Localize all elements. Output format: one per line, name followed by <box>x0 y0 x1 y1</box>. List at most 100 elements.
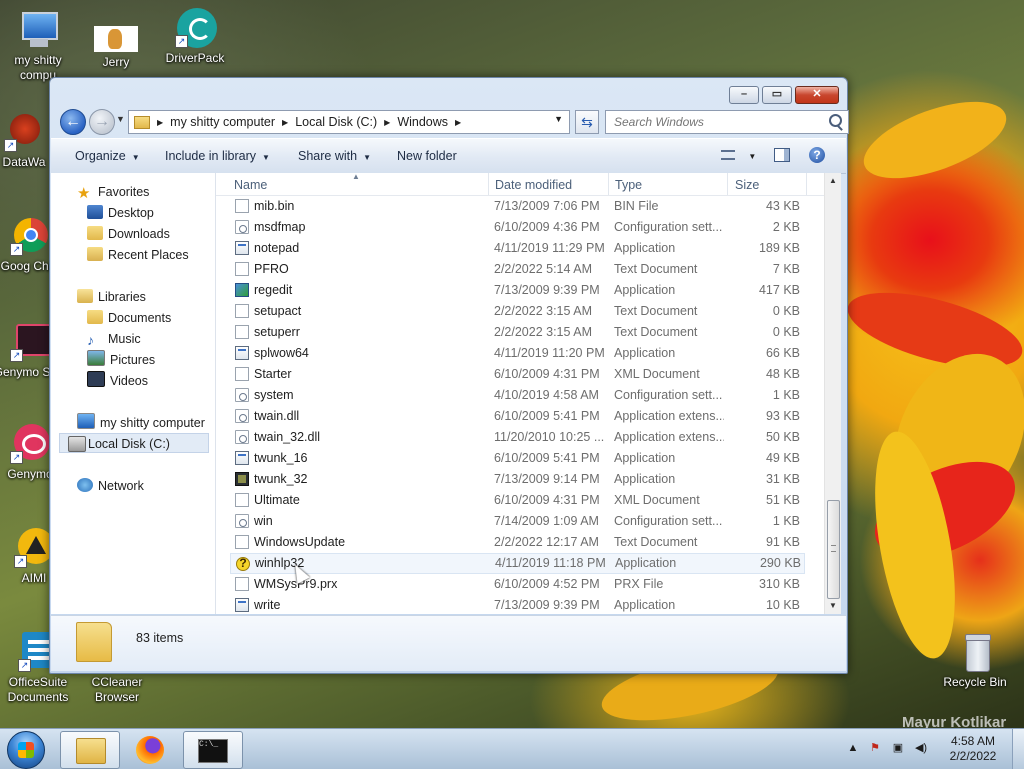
file-date: 7/13/2009 9:39 PM <box>494 283 600 297</box>
file-date: 2/2/2022 12:17 AM <box>494 535 599 549</box>
scroll-down-icon[interactable]: ▼ <box>825 598 841 614</box>
file-row[interactable]: setuperr 2/2/2022 3:15 AM Text Document 0 K… <box>230 322 805 343</box>
file-row[interactable]: WMSysPr9.prx 6/10/2009 4:52 PM PRX File 310… <box>230 574 805 595</box>
search-input[interactable] <box>612 111 826 133</box>
file-date: 7/13/2009 9:14 PM <box>494 472 600 486</box>
file-doc-icon <box>235 493 249 507</box>
file-row[interactable]: regedit 7/13/2009 9:39 PM Application 417 K… <box>230 280 805 301</box>
scroll-up-icon[interactable]: ▲ <box>825 173 841 189</box>
file-date: 2/2/2022 5:14 AM <box>494 262 592 276</box>
show-desktop-button[interactable] <box>1012 729 1024 769</box>
show-hidden-icons-icon[interactable]: ▲ <box>846 742 860 755</box>
forward-button[interactable]: → <box>89 109 115 135</box>
file-row[interactable]: PFRO 2/2/2022 5:14 AM Text Document 7 KB <box>230 259 805 280</box>
file-row[interactable]: msdfmap 6/10/2009 4:36 PM Configuration se… <box>230 217 805 238</box>
back-button[interactable]: ← <box>60 109 86 135</box>
scrollbar-thumb[interactable] <box>827 500 840 599</box>
file-type: Application <box>614 283 676 297</box>
file-row[interactable]: Ultimate 6/10/2009 4:31 PM XML Document 51 … <box>230 490 805 511</box>
file-date: 6/10/2009 4:52 PM <box>494 577 600 591</box>
change-view-button[interactable]: ▼ <box>721 148 756 162</box>
music-note-icon: ♪ <box>87 332 94 348</box>
column-header-type[interactable]: Type <box>615 178 642 192</box>
nav-desktop[interactable]: Desktop <box>87 203 154 223</box>
file-row[interactable]: twunk_32 7/13/2009 9:14 PM Application 31 K… <box>230 469 805 490</box>
file-row[interactable]: write 7/13/2009 9:39 PM Application 10 KB <box>230 595 805 616</box>
column-header-size[interactable]: Size <box>735 178 759 192</box>
file-row[interactable]: twunk_16 6/10/2009 5:41 PM Application 49 K… <box>230 448 805 469</box>
desktop-icon-driverpack[interactable]: ↗ DriverPack <box>157 8 233 66</box>
chevron-right-icon[interactable]: ▶ <box>384 118 390 127</box>
explorer-window[interactable]: – ▭ ✕ ← → ▼ ▶ my shitty computer ▶ Local… <box>49 77 849 674</box>
file-date: 7/13/2009 7:06 PM <box>494 199 600 213</box>
address-bar[interactable]: ▶ my shitty computer ▶ Local Disk (C:) ▶… <box>128 110 570 134</box>
nav-music[interactable]: ♪ Music <box>87 329 141 349</box>
taskbar-firefox-button[interactable] <box>121 731 179 767</box>
nav-videos[interactable]: Videos <box>87 371 148 391</box>
chevron-right-icon[interactable]: ▶ <box>282 118 288 127</box>
file-row[interactable]: twain.dll 6/10/2009 5:41 PM Application ex… <box>230 406 805 427</box>
nav-favorites[interactable]: ★ Favorites <box>77 182 149 202</box>
nav-libraries[interactable]: Libraries <box>77 287 146 307</box>
file-row[interactable]: win 7/14/2009 1:09 AM Configuration sett..… <box>230 511 805 532</box>
column-divider[interactable] <box>806 173 807 195</box>
chevron-right-icon[interactable]: ▶ <box>157 118 163 127</box>
breadcrumb-windows[interactable]: Windows <box>397 115 448 129</box>
help-icon[interactable]: ? <box>809 147 825 163</box>
include-in-library-button[interactable]: Include in library ▼ <box>165 149 270 163</box>
organize-button[interactable]: Organize ▼ <box>75 149 140 163</box>
taskbar-cmd-button[interactable]: C:\_ <box>183 731 243 769</box>
file-row[interactable]: splwow64 4/11/2019 11:20 PM Application 66 … <box>230 343 805 364</box>
clock[interactable]: 4:58 AM 2/2/2022 <box>945 734 1001 764</box>
file-row[interactable]: setupact 2/2/2022 3:15 AM Text Document 0 K… <box>230 301 805 322</box>
nav-documents[interactable]: Documents <box>87 308 171 328</box>
nav-recent-places[interactable]: Recent Places <box>87 245 189 265</box>
file-row[interactable]: mib.bin 7/13/2009 7:06 PM BIN File 43 KB <box>230 196 805 217</box>
refresh-button[interactable]: ⇆ <box>575 110 599 134</box>
new-folder-button[interactable]: New folder <box>397 149 457 163</box>
file-app-icon <box>235 241 249 255</box>
file-row[interactable]: winhlp324/11/2019 11:18 PMApplication290… <box>230 553 805 574</box>
desktop-icon-label: Genymo <box>7 467 53 481</box>
file-name: twunk_16 <box>254 451 308 465</box>
preview-pane-button[interactable] <box>774 148 790 162</box>
start-button[interactable] <box>7 731 45 769</box>
column-divider[interactable] <box>488 173 489 195</box>
volume-icon[interactable]: ◀) <box>914 742 928 755</box>
search-box[interactable] <box>605 110 849 134</box>
minimize-button[interactable]: – <box>729 86 759 104</box>
network-tray-icon[interactable]: ▣ <box>891 742 905 755</box>
file-row[interactable]: twain_32.dll 11/20/2010 10:25 ... Applicat… <box>230 427 805 448</box>
column-divider[interactable] <box>727 173 728 195</box>
desktop-icon-recycle-bin[interactable]: Recycle Bin <box>937 632 1013 690</box>
maximize-button[interactable]: ▭ <box>762 86 792 104</box>
file-row[interactable]: system 4/10/2019 4:58 AM Configuration set… <box>230 385 805 406</box>
file-date: 2/2/2022 3:15 AM <box>494 304 592 318</box>
column-divider[interactable] <box>608 173 609 195</box>
share-with-label: Share with <box>298 149 358 163</box>
column-header-date[interactable]: Date modified <box>495 178 572 192</box>
action-center-flag-icon[interactable]: ⚑ <box>868 742 882 755</box>
nav-computer[interactable]: my shitty computer <box>77 413 205 433</box>
file-row[interactable]: WindowsUpdate 2/2/2022 12:17 AM Text Docum… <box>230 532 805 553</box>
breadcrumb-local-disk[interactable]: Local Disk (C:) <box>295 115 377 129</box>
taskbar-explorer-button[interactable] <box>60 731 120 769</box>
chevron-right-icon[interactable]: ▶ <box>455 118 461 127</box>
recent-pages-dropdown[interactable]: ▼ <box>116 114 125 124</box>
file-row[interactable]: Starter 6/10/2009 4:31 PM XML Document 48 K… <box>230 364 805 385</box>
nav-local-disk[interactable]: Local Disk (C:) <box>59 433 209 453</box>
file-size: 7 KB <box>772 262 800 276</box>
file-row[interactable]: notepad 4/11/2019 11:29 PM Application 189 … <box>230 238 805 259</box>
desktop-icon-jerry[interactable]: Jerry <box>78 26 154 70</box>
search-icon[interactable] <box>829 114 842 127</box>
nav-network[interactable]: Network <box>77 476 144 496</box>
vertical-scrollbar[interactable]: ▲ ▼ <box>824 173 841 614</box>
share-with-button[interactable]: Share with ▼ <box>298 149 371 163</box>
desktop-icon-computer[interactable]: my shitty compu <box>0 10 76 83</box>
address-dropdown-icon[interactable]: ▼ <box>554 114 563 124</box>
column-header-name[interactable]: Name <box>234 178 267 192</box>
nav-pictures[interactable]: Pictures <box>87 350 155 370</box>
breadcrumb-computer[interactable]: my shitty computer <box>170 115 275 129</box>
close-button[interactable]: ✕ <box>795 86 839 104</box>
nav-downloads[interactable]: Downloads <box>87 224 170 244</box>
